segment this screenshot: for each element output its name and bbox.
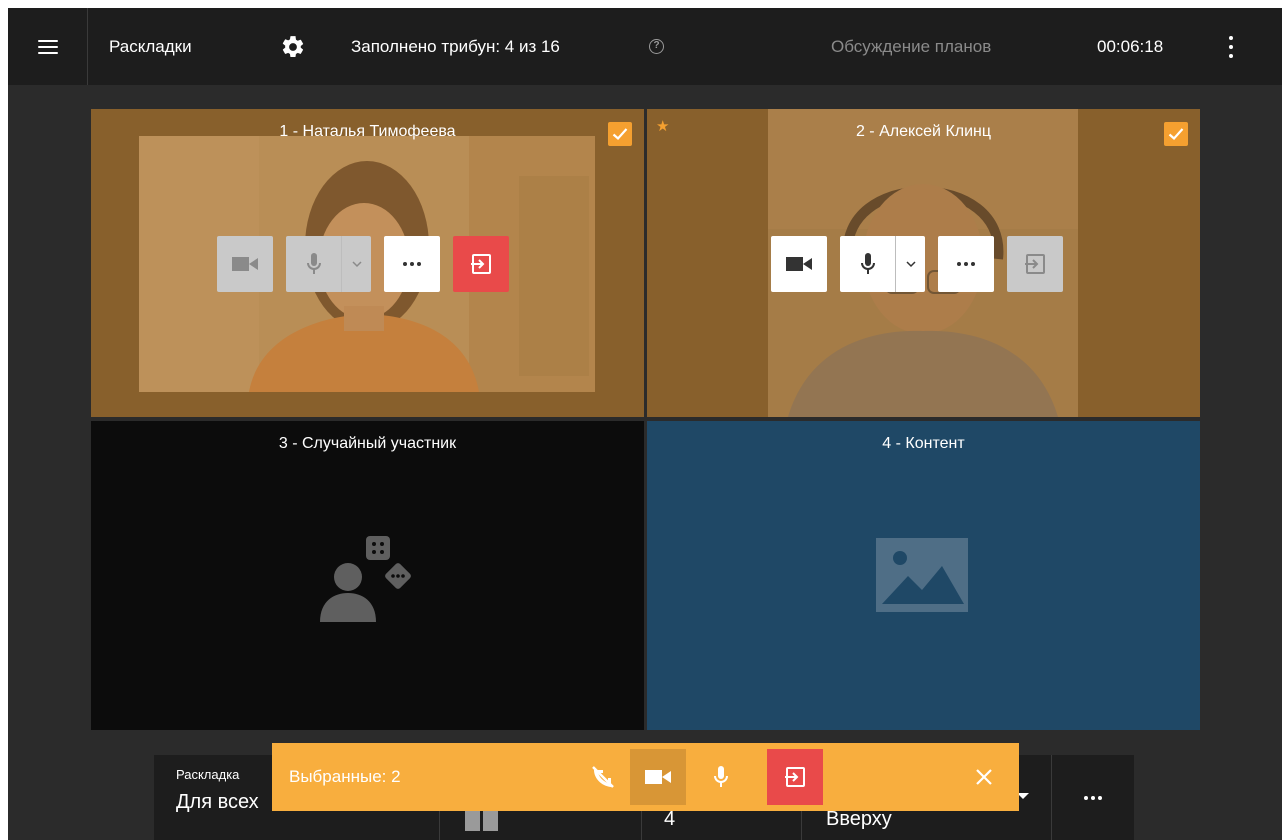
top-bar: Раскладки Заполнено трибун: 4 из 16 ? Об… [8, 8, 1282, 85]
more-icon [1084, 795, 1102, 800]
mute-all-icon [592, 766, 614, 788]
chevron-down-icon[interactable] [342, 236, 371, 292]
camera-button[interactable] [630, 749, 686, 805]
leave-icon [785, 767, 805, 787]
mute-all-button[interactable] [575, 749, 631, 805]
participant-controls [217, 236, 509, 292]
layouts-link[interactable]: Раскладки [109, 8, 192, 85]
checkbox-icon[interactable] [608, 122, 632, 146]
leave-button[interactable] [767, 749, 823, 805]
participant-tile-3[interactable]: 3 - Случайный участник [91, 421, 644, 730]
more-icon [957, 262, 975, 266]
microphone-icon [840, 236, 896, 292]
close-icon [976, 769, 992, 785]
more-icon [403, 262, 421, 266]
conference-app: Раскладки Заполнено трибун: 4 из 16 ? Об… [8, 8, 1282, 840]
participant-controls [771, 236, 1063, 292]
leave-icon [471, 254, 491, 274]
camera-button[interactable] [217, 236, 273, 292]
checkbox-icon[interactable] [1164, 122, 1188, 146]
camera-icon [645, 770, 671, 784]
tile-title: 2 - Алексей Клинц [855, 123, 992, 140]
more-button[interactable] [938, 236, 994, 292]
gear-icon[interactable] [280, 34, 306, 60]
camera-button[interactable] [771, 236, 827, 292]
leave-button[interactable] [453, 236, 509, 292]
kebab-icon[interactable] [1221, 32, 1241, 62]
star-icon: ★ [656, 118, 670, 135]
tile-title: 3 - Случайный участник [278, 435, 457, 452]
camera-icon [786, 257, 812, 271]
conference-timer: 00:06:18 [1097, 37, 1164, 56]
grid-layout-icon [465, 811, 498, 831]
microphone-button[interactable] [840, 236, 925, 292]
more-button[interactable] [384, 236, 440, 292]
more-button[interactable] [1052, 755, 1134, 840]
conference-topic: Обсуждение планов [831, 37, 992, 56]
help-icon[interactable]: ? [649, 39, 664, 54]
position-value: Вверху [826, 808, 892, 830]
selection-toolbar: Выбранные: 2 [272, 743, 1019, 811]
close-button[interactable] [956, 749, 1012, 805]
participant-tile-2[interactable]: ★ 2 - Алексей Клинц [647, 109, 1200, 417]
tribunes-counter: Заполнено трибун: 4 из 16 [351, 37, 560, 56]
microphone-button[interactable] [693, 749, 749, 805]
participant-tile-1[interactable]: 1 - Наталья Тимофеева [91, 109, 644, 417]
tribune-count-value: 4 [664, 808, 676, 830]
leave-icon [1025, 254, 1045, 274]
random-participant-icon [320, 536, 411, 622]
image-icon [876, 538, 968, 612]
microphone-icon [286, 236, 342, 292]
layout-label: Раскладка [176, 767, 240, 782]
microphone-icon [714, 766, 728, 787]
content-tile[interactable]: 4 - Контент [647, 421, 1200, 730]
selected-count: Выбранные: 2 [289, 767, 401, 786]
leave-button[interactable] [1007, 236, 1063, 292]
layout-value: Для всех [176, 791, 259, 813]
tile-title: 4 - Контент [882, 435, 965, 452]
menu-icon [37, 39, 58, 54]
chevron-down-icon[interactable] [896, 236, 925, 292]
menu-button[interactable] [8, 8, 88, 85]
microphone-button[interactable] [286, 236, 371, 292]
tile-title: 1 - Наталья Тимофеева [279, 123, 456, 140]
camera-icon [232, 257, 258, 271]
